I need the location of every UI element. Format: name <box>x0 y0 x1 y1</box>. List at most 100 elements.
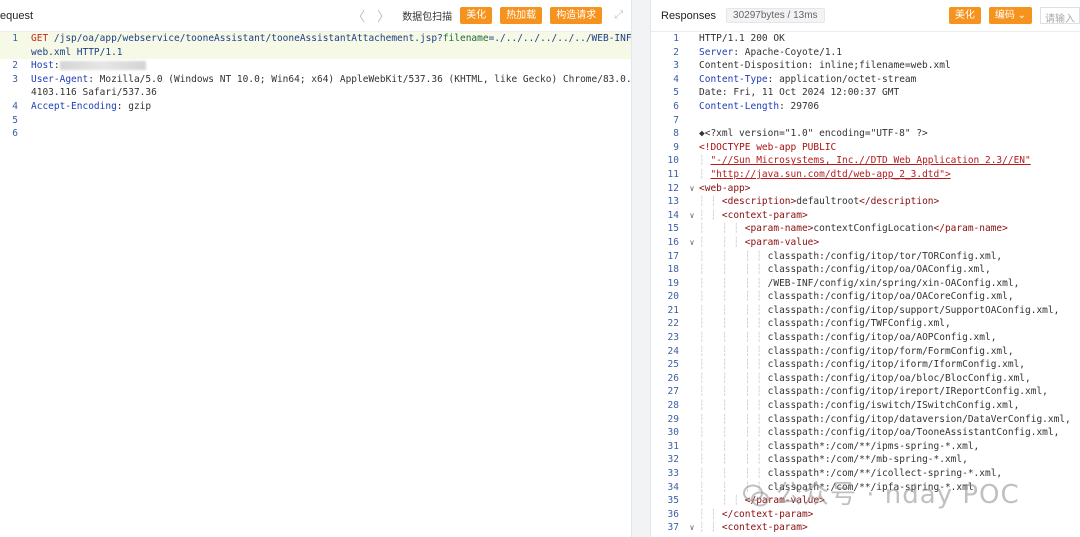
code-line: 17 ┆ ┆ ┆ ┆ classpath:/config/itop/tor/TOR… <box>651 250 1080 264</box>
line-number: 30 <box>667 427 679 439</box>
back-arrow-icon[interactable]: 〈 <box>352 6 365 25</box>
code-line: 30 ┆ ┆ ┆ ┆ classpath:/config/itop/oa/Toon… <box>651 426 1080 440</box>
code-line: 6 Content-Length: 29706 <box>651 100 1080 114</box>
code-text: web.xml HTTP/1.1 <box>31 46 123 58</box>
line-number: 27 <box>667 386 679 398</box>
indent-guide: ┆ ┆ ┆ <box>699 495 745 507</box>
line-number: 26 <box>667 372 679 384</box>
hot-load-button[interactable]: 热加载 <box>500 7 543 24</box>
request-beautify-button[interactable]: 美化 <box>460 7 493 24</box>
response-toolbar: Responses 30297bytes / 13ms 美化 编码 ⌄ 请输入 <box>651 0 1080 32</box>
code-text: classpath*:/com/**/ipms-spring-*.xml, <box>767 440 980 452</box>
line-number: 1 <box>12 33 18 44</box>
code-text: ◆<?xml version="1.0" encoding="UTF-8" ?> <box>699 128 928 140</box>
code-text: classpath:/config/itop/oa/OACoreConfig.x… <box>767 291 1014 303</box>
xml-tag: </param-name> <box>933 223 1008 235</box>
encoding-dropdown[interactable]: 编码 ⌄ <box>988 7 1032 24</box>
code-text: Content-Disposition: inline;filename=web… <box>699 60 951 72</box>
header-value: : gzip <box>116 100 152 112</box>
fold-toggle-icon: ∨ <box>689 523 695 533</box>
code-text: <!DOCTYPE web-app PUBLIC <box>699 141 837 153</box>
code-line: 1 GET /jsp/oa/app/webservice/tooneAssista… <box>0 32 631 46</box>
code-text: <param-value> <box>744 236 820 248</box>
line-number: 13 <box>667 196 679 208</box>
indent-guide: ┆ ┆ ┆ ┆ <box>699 264 768 276</box>
line-number: 5 <box>673 87 679 99</box>
line-number: 6 <box>12 128 18 140</box>
packet-scan-button[interactable]: 数据包扫描 <box>402 8 452 23</box>
redacted-host <box>59 61 146 71</box>
indent-guide: ┆ <box>699 168 711 180</box>
indent-guide: ┆ ┆ ┆ <box>699 236 745 248</box>
code-text: <web-app> <box>699 182 751 194</box>
xml-tag: <description> <box>721 196 797 208</box>
line-number: 16 <box>667 236 679 248</box>
line-number: 19 <box>667 277 679 289</box>
indent-guide: ┆ ┆ ┆ ┆ <box>699 454 768 466</box>
header-name: User-Agent <box>31 73 89 85</box>
forward-arrow-icon[interactable]: 〉 <box>377 6 390 25</box>
code-line: 13 ┆ ┆ <description>defaultroot</descript… <box>651 195 1080 209</box>
line-number: 34 <box>667 481 679 493</box>
code-text: Date: Fri, 11 Oct 2024 12:00:37 GMT <box>699 87 900 99</box>
code-line: 21 ┆ ┆ ┆ ┆ classpath:/config/itop/support… <box>651 304 1080 318</box>
line-number: 7 <box>673 114 679 126</box>
line-number: 14 <box>667 209 679 221</box>
code-line: 4 Accept-Encoding: gzip <box>0 100 631 114</box>
line-number: 35 <box>667 495 679 507</box>
code-line: 4103.116 Safari/537.36 <box>0 86 631 100</box>
line-number: 21 <box>667 304 679 316</box>
code-line: 29 ┆ ┆ ┆ ┆ classpath:/config/itop/dataver… <box>651 413 1080 427</box>
header-name: Server <box>699 46 734 58</box>
indent-guide: ┆ ┆ <box>699 196 722 208</box>
response-search-input[interactable]: 请输入 <box>1040 7 1080 24</box>
indent-guide: ┆ ┆ ┆ ┆ <box>699 427 768 439</box>
line-number: 18 <box>667 264 679 276</box>
code-text: classpath:/config/TWFConfig.xml, <box>767 318 951 330</box>
line-number: 24 <box>667 345 679 357</box>
request-title: equest <box>0 9 34 22</box>
http-method: GET <box>31 33 54 44</box>
line-number: 12 <box>667 182 679 194</box>
response-editor[interactable]: 1 HTTP/1.1 200 OK 2 Server: Apache-Coyote/1… <box>651 32 1080 535</box>
request-editor[interactable]: 1 GET /jsp/oa/app/webservice/tooneAssista… <box>0 32 631 141</box>
code-line: 8 ◆<?xml version="1.0" encoding="UTF-8" ?… <box>651 127 1080 141</box>
code-text: classpath:/config/itop/oa/AOPConfig.xml, <box>767 332 997 344</box>
code-line: 31 ┆ ┆ ┆ ┆ classpath*:/com/**/ipms-spring… <box>651 440 1080 454</box>
xml-tag: <param-name> <box>744 223 814 235</box>
watermark-text: 公众号 · nday POC <box>776 480 1020 510</box>
line-number: 3 <box>673 60 679 72</box>
indent-guide: ┆ ┆ ┆ ┆ <box>699 291 768 303</box>
response-size-tag: 30297bytes / 13ms <box>726 8 825 23</box>
request-pane: equest 〈 〉 数据包扫描 美化 热加载 构造请求 ⤢ 1 GET /jsp… <box>0 0 631 537</box>
code-line: 3 User-Agent: Mozilla/5.0 (Windows NT 10.… <box>0 73 631 87</box>
fold-toggle-icon: ∨ <box>689 237 695 247</box>
code-line: 19 ┆ ┆ ┆ ┆ /WEB-INF/config/xin/spring/xin… <box>651 277 1080 291</box>
xml-tag: </description> <box>859 196 940 208</box>
code-line: web.xml HTTP/1.1 <box>0 45 631 60</box>
pane-divider[interactable] <box>631 0 651 537</box>
code-text: HTTP/1.1 200 OK <box>699 33 785 44</box>
response-title: Responses <box>661 9 717 22</box>
line-number: 2 <box>12 60 18 72</box>
code-text: classpath:/config/iswitch/ISwitchConfig.… <box>767 400 1020 412</box>
code-line: 18 ┆ ┆ ┆ ┆ classpath:/config/itop/oa/OACo… <box>651 263 1080 277</box>
code-line: 32 ┆ ┆ ┆ ┆ classpath*:/com/**/mb-spring-*… <box>651 453 1080 467</box>
response-beautify-button[interactable]: 美化 <box>948 7 981 24</box>
code-line: 2 Host: <box>0 59 631 73</box>
code-text: "-//Sun Microsystems, Inc.//DTD Web Appl… <box>710 155 1031 167</box>
code-line: 23 ┆ ┆ ┆ ┆ classpath:/config/itop/oa/AOPC… <box>651 331 1080 345</box>
indent-guide: ┆ ┆ <box>699 522 722 534</box>
line-number: 5 <box>12 114 18 126</box>
header-name: Content-Type <box>699 73 768 85</box>
build-request-button[interactable]: 构造请求 <box>550 7 603 24</box>
line-number: 37 <box>667 522 679 534</box>
line-number: 3 <box>12 73 18 85</box>
code-line: 20 ┆ ┆ ┆ ┆ classpath:/config/itop/oa/OACo… <box>651 290 1080 304</box>
code-line: 9 <!DOCTYPE web-app PUBLIC <box>651 141 1080 155</box>
code-line: 27 ┆ ┆ ┆ ┆ classpath:/config/itop/ireport… <box>651 385 1080 399</box>
line-number: 9 <box>673 141 679 153</box>
watermark: 公众号 · nday POC <box>742 474 1020 511</box>
header-value: : Apache-Coyote/1.1 <box>733 46 842 58</box>
expand-icon[interactable]: ⤢ <box>614 9 623 22</box>
